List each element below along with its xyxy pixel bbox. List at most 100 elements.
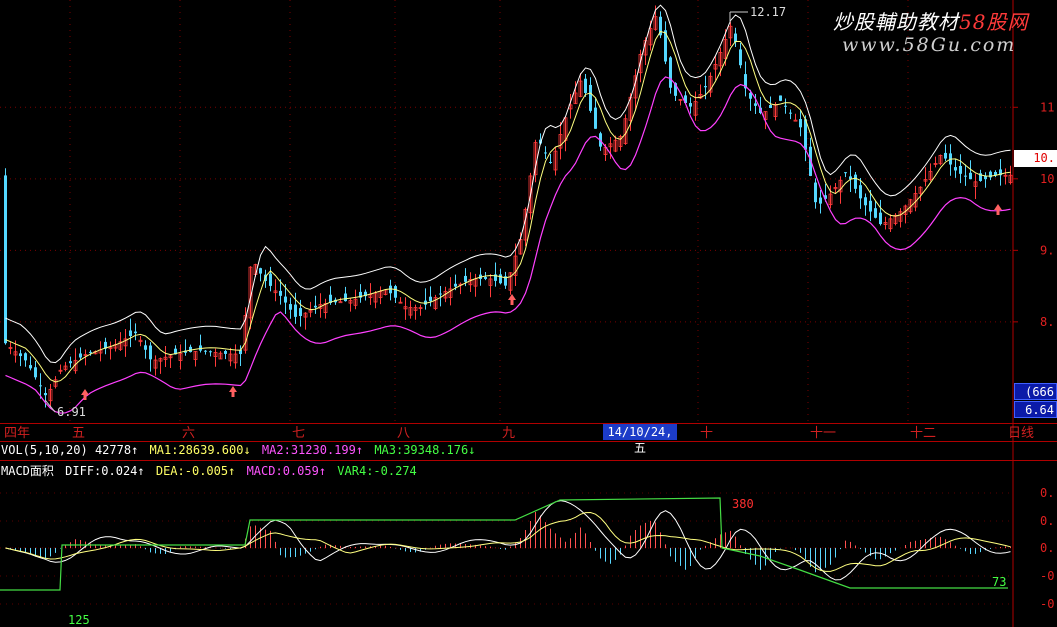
candle-body	[944, 152, 947, 159]
candle-body	[149, 345, 152, 360]
middle-band-line	[5, 30, 1011, 383]
candle-body	[854, 174, 857, 189]
candle-body	[589, 84, 592, 111]
month-label: 八	[397, 426, 410, 441]
chart-grid	[0, 0, 1057, 627]
price-axis-label: 11.	[1040, 100, 1057, 114]
candle-body	[314, 305, 317, 308]
candlestick-series	[4, 5, 1013, 408]
candle-body	[204, 350, 207, 352]
candle-body	[19, 353, 22, 357]
macd-name: MACD面积	[1, 464, 54, 478]
candle-body	[874, 208, 877, 218]
month-label: 十	[700, 426, 713, 441]
candle-body	[29, 365, 32, 369]
macd-dea: DEA:-0.005	[155, 464, 229, 478]
cursor-value-box-top: (666	[1014, 383, 1057, 400]
candle-body	[689, 103, 692, 107]
month-label: 五	[72, 426, 85, 441]
candle-body	[779, 95, 782, 101]
month-label: 四年	[4, 426, 30, 441]
macd-indicator-bar[interactable]: MACD面积 DIFF:0.024↑ DEA:-0.005↑ MACD:0.05…	[1, 462, 421, 479]
macd-value: MACD:0.059	[246, 464, 319, 478]
low-price-label: 6.91	[57, 405, 86, 419]
watermark-title: 炒股輔助教材58股网	[833, 10, 1029, 34]
candle-body	[864, 197, 867, 206]
lower-band-line	[5, 76, 1011, 414]
candle-body	[24, 353, 27, 361]
candle-body	[39, 385, 42, 387]
macd-diff-line	[5, 500, 1011, 581]
candle-body	[289, 304, 292, 310]
candle-body	[464, 275, 467, 282]
candle-body	[34, 367, 37, 378]
candle-body	[259, 268, 262, 274]
macd-area-label: 125	[68, 613, 90, 627]
candle-body	[394, 286, 397, 298]
candle-body	[954, 167, 957, 171]
candle-body	[429, 296, 432, 302]
macd-area-label: 73	[992, 575, 1006, 589]
kline-chart-canvas[interactable]: 125 73 380 四年 五 六 七 八 九 十 十一 十二 日线 11. 10. 9. 8. 12.17 6.…	[0, 0, 1057, 627]
candle-body	[784, 105, 787, 107]
candle-body	[859, 185, 862, 199]
macd-axis-label: 0.	[1040, 514, 1054, 528]
candle-body	[79, 353, 82, 358]
candle-body	[338, 301, 343, 304]
cursor-value-box-bottom: 6.64	[1014, 401, 1057, 418]
month-label: 日线	[1008, 426, 1034, 441]
candle-body	[799, 119, 802, 128]
vol-name: VOL(5,10,20)	[1, 443, 88, 457]
candle-body	[299, 308, 302, 316]
candle-body	[69, 361, 72, 364]
candle-body	[869, 200, 872, 212]
candle-body	[544, 152, 547, 154]
macd-area-label: 380	[732, 497, 754, 511]
buy-arrow-icon	[81, 389, 89, 400]
candle-body	[669, 57, 672, 88]
candle-body	[224, 350, 227, 354]
month-label: 六	[182, 426, 195, 441]
candle-body	[209, 351, 212, 353]
month-label: 九	[502, 426, 515, 441]
candle-body	[879, 212, 882, 225]
moving-average-lines	[5, 4, 1011, 414]
candle-body	[454, 283, 457, 287]
vol-ma1: MA1:28639.600	[149, 443, 244, 457]
price-axis-label: 10.	[1040, 172, 1057, 186]
candle-body	[134, 331, 137, 334]
candle-body	[89, 351, 92, 353]
candle-body	[734, 33, 737, 43]
month-label: 七	[292, 426, 305, 441]
macd-var4: VAR4:-0.274	[337, 464, 417, 478]
candle-body	[844, 172, 847, 174]
macd-axis-label: -0.	[1040, 597, 1057, 611]
buy-arrow-icon	[994, 204, 1002, 215]
candle-body	[484, 276, 487, 279]
macd-axis-label: -0.	[1040, 569, 1057, 583]
candle-body	[704, 86, 707, 88]
candle-body	[129, 330, 132, 337]
month-label: 十一	[810, 426, 836, 441]
candle-body	[294, 304, 297, 317]
macd-axis-label: 0.	[1040, 486, 1054, 500]
current-price-tag: 10.	[1014, 150, 1057, 167]
candle-body	[549, 161, 552, 163]
upper-band-line	[5, 4, 1011, 364]
candle-body	[754, 103, 757, 106]
candle-body	[814, 182, 817, 203]
month-label: 十二	[910, 426, 936, 441]
vol-indicator-bar[interactable]: VOL(5,10,20) 42778↑ MA1:28639.600↓ MA2:3…	[1, 443, 479, 457]
buy-arrow-icon	[508, 294, 516, 305]
buy-arrow-icon	[229, 386, 237, 397]
candle-body	[739, 49, 742, 66]
candle-body	[144, 345, 147, 350]
axis-labels: 四年 五 六 七 八 九 十 十一 十二 日线 11. 10. 9. 8. 12.17 6.91 0. 0. 0. -…	[4, 5, 1057, 611]
candle-body	[959, 165, 962, 174]
candle-body	[499, 274, 502, 284]
vol-value: 42778	[94, 443, 132, 457]
candle-body	[44, 393, 47, 396]
candle-body	[819, 197, 822, 204]
candle-body	[964, 175, 967, 177]
macd-diff: DIFF:0.024	[65, 464, 138, 478]
